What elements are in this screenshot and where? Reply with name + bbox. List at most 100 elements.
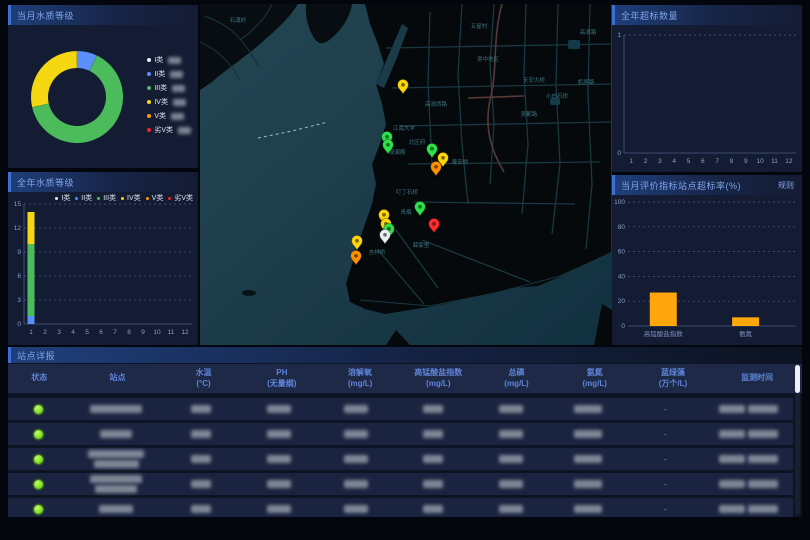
rule-link[interactable]: 规则 (778, 180, 794, 191)
svg-text:4: 4 (672, 158, 676, 165)
redacted-value (423, 430, 443, 438)
redacted-value (172, 85, 185, 92)
svg-text:10: 10 (757, 158, 765, 165)
redacted-value (748, 405, 778, 413)
redacted-value (719, 455, 745, 463)
cell-status (8, 455, 70, 464)
column-header-site: 站点 (71, 373, 165, 384)
column-header-col9: 监测时间 (712, 373, 802, 384)
panel-year-grade: 全年水质等级 I类II类III类IV类V类劣V类 036912151234567… (8, 172, 198, 345)
legend-dot (147, 114, 151, 118)
cell-value (240, 480, 317, 488)
table-scrollbar-thumb[interactable] (795, 365, 800, 393)
cell-value (549, 405, 626, 413)
exceed-rate-chart: 020406080100高锰酸盐指数氨氮 (612, 197, 802, 345)
status-indicator (34, 505, 43, 514)
legend-item-I类[interactable]: I类 (147, 55, 191, 65)
legend-label: 劣V类 (154, 125, 173, 135)
svg-text:2: 2 (43, 329, 47, 336)
cell-time (704, 405, 793, 413)
column-name: 监测时间 (712, 373, 802, 384)
stacked-bar-II类-m1 (28, 316, 35, 324)
redacted-value (267, 480, 291, 488)
panel-header-month-grade: 当月水质等级 (8, 5, 198, 25)
cell-value (549, 455, 626, 463)
redacted-value (499, 405, 523, 413)
svg-text:1: 1 (629, 158, 633, 165)
stacked-bar-III类-m1 (28, 244, 35, 316)
redacted-value (574, 430, 602, 438)
redacted-value (499, 505, 523, 513)
column-name: 水温 (164, 368, 242, 379)
cell-value (163, 505, 240, 513)
map-canvas[interactable]: 石渡岭五星村吴中地区高浪路机场路天安大桥小白石桥吴都路高浪西路江南大学北区府观澜… (200, 4, 612, 345)
table-header-row: 状态站点水温(°C)PH(无量纲)溶解氧(mg/L)高锰酸盐指数(mg/L)总磷… (8, 364, 802, 393)
cell-value (472, 505, 549, 513)
legend-item-IV类[interactable]: IV类 (147, 97, 191, 107)
map-label: 吴中地区 (477, 55, 500, 63)
redacted-value (191, 405, 211, 413)
redacted-value (344, 405, 368, 413)
column-unit: (万个/L) (634, 379, 712, 390)
svg-text:6: 6 (17, 273, 21, 280)
status-indicator (34, 455, 43, 464)
redacted-value (344, 455, 368, 463)
redacted-value (423, 505, 443, 513)
svg-text:11: 11 (168, 329, 175, 336)
cell-site (70, 505, 163, 513)
donut-slice-IV类 (31, 51, 77, 107)
redacted-value (719, 480, 745, 488)
table-row[interactable]: - (8, 473, 793, 495)
table-row[interactable]: - (8, 448, 793, 470)
map-label: 江南大学 (393, 124, 416, 132)
panel-title-month-grade: 当月水质等级 (17, 9, 74, 22)
redacted-value (95, 485, 137, 493)
panel-header-year-exceed: 全年超标数量 (612, 5, 802, 25)
redacted-value (719, 405, 745, 413)
legend-item-V类[interactable]: V类 (147, 111, 191, 121)
status-indicator (34, 405, 43, 414)
redacted-value (191, 480, 211, 488)
legend-item-III类[interactable]: III类 (147, 83, 191, 93)
redacted-value (423, 405, 443, 413)
map-land-city (346, 4, 611, 314)
column-header-status: 状态 (8, 373, 71, 384)
column-header-col2: 水温(°C) (164, 368, 242, 390)
map-label: 高浪西路 (425, 100, 448, 108)
rate-bar-氨氮 (732, 317, 759, 326)
redacted-value (748, 455, 778, 463)
legend-label: III类 (154, 83, 167, 93)
redacted-value (423, 480, 443, 488)
redacted-value (267, 455, 291, 463)
column-header-col4: 溶解氧(mg/L) (321, 368, 399, 390)
svg-text:7: 7 (715, 158, 719, 165)
cell-value (395, 430, 472, 438)
svg-text:5: 5 (85, 329, 89, 336)
cell-value (163, 480, 240, 488)
redacted-value (748, 430, 778, 438)
svg-text:9: 9 (744, 158, 748, 165)
cell-algae: - (627, 430, 704, 439)
cell-site (70, 430, 163, 438)
table-row[interactable]: - (8, 398, 793, 420)
redacted-site (100, 430, 132, 438)
cell-value (472, 480, 549, 488)
svg-text:8: 8 (127, 329, 131, 336)
cell-value (317, 455, 394, 463)
column-unit: (mg/L) (556, 379, 634, 390)
legend-item-II类[interactable]: II类 (147, 69, 191, 79)
map-label: 吉祥桥 (369, 248, 386, 256)
redacted-value (100, 430, 132, 438)
legend-item-劣V类[interactable]: 劣V类 (147, 125, 191, 135)
table-row[interactable]: - (8, 498, 793, 517)
redacted-site (88, 450, 144, 468)
panel-title-year-grade: 全年水质等级 (17, 176, 74, 189)
column-unit: (°C) (164, 379, 242, 390)
map-label: 小白石桥 (546, 92, 569, 100)
column-header-col6: 总磷(mg/L) (477, 368, 555, 390)
redacted-value (574, 505, 602, 513)
redacted-value (344, 480, 368, 488)
table-row[interactable]: - (8, 423, 793, 445)
svg-text:2: 2 (644, 158, 648, 165)
table-scrollbar[interactable] (795, 364, 800, 515)
